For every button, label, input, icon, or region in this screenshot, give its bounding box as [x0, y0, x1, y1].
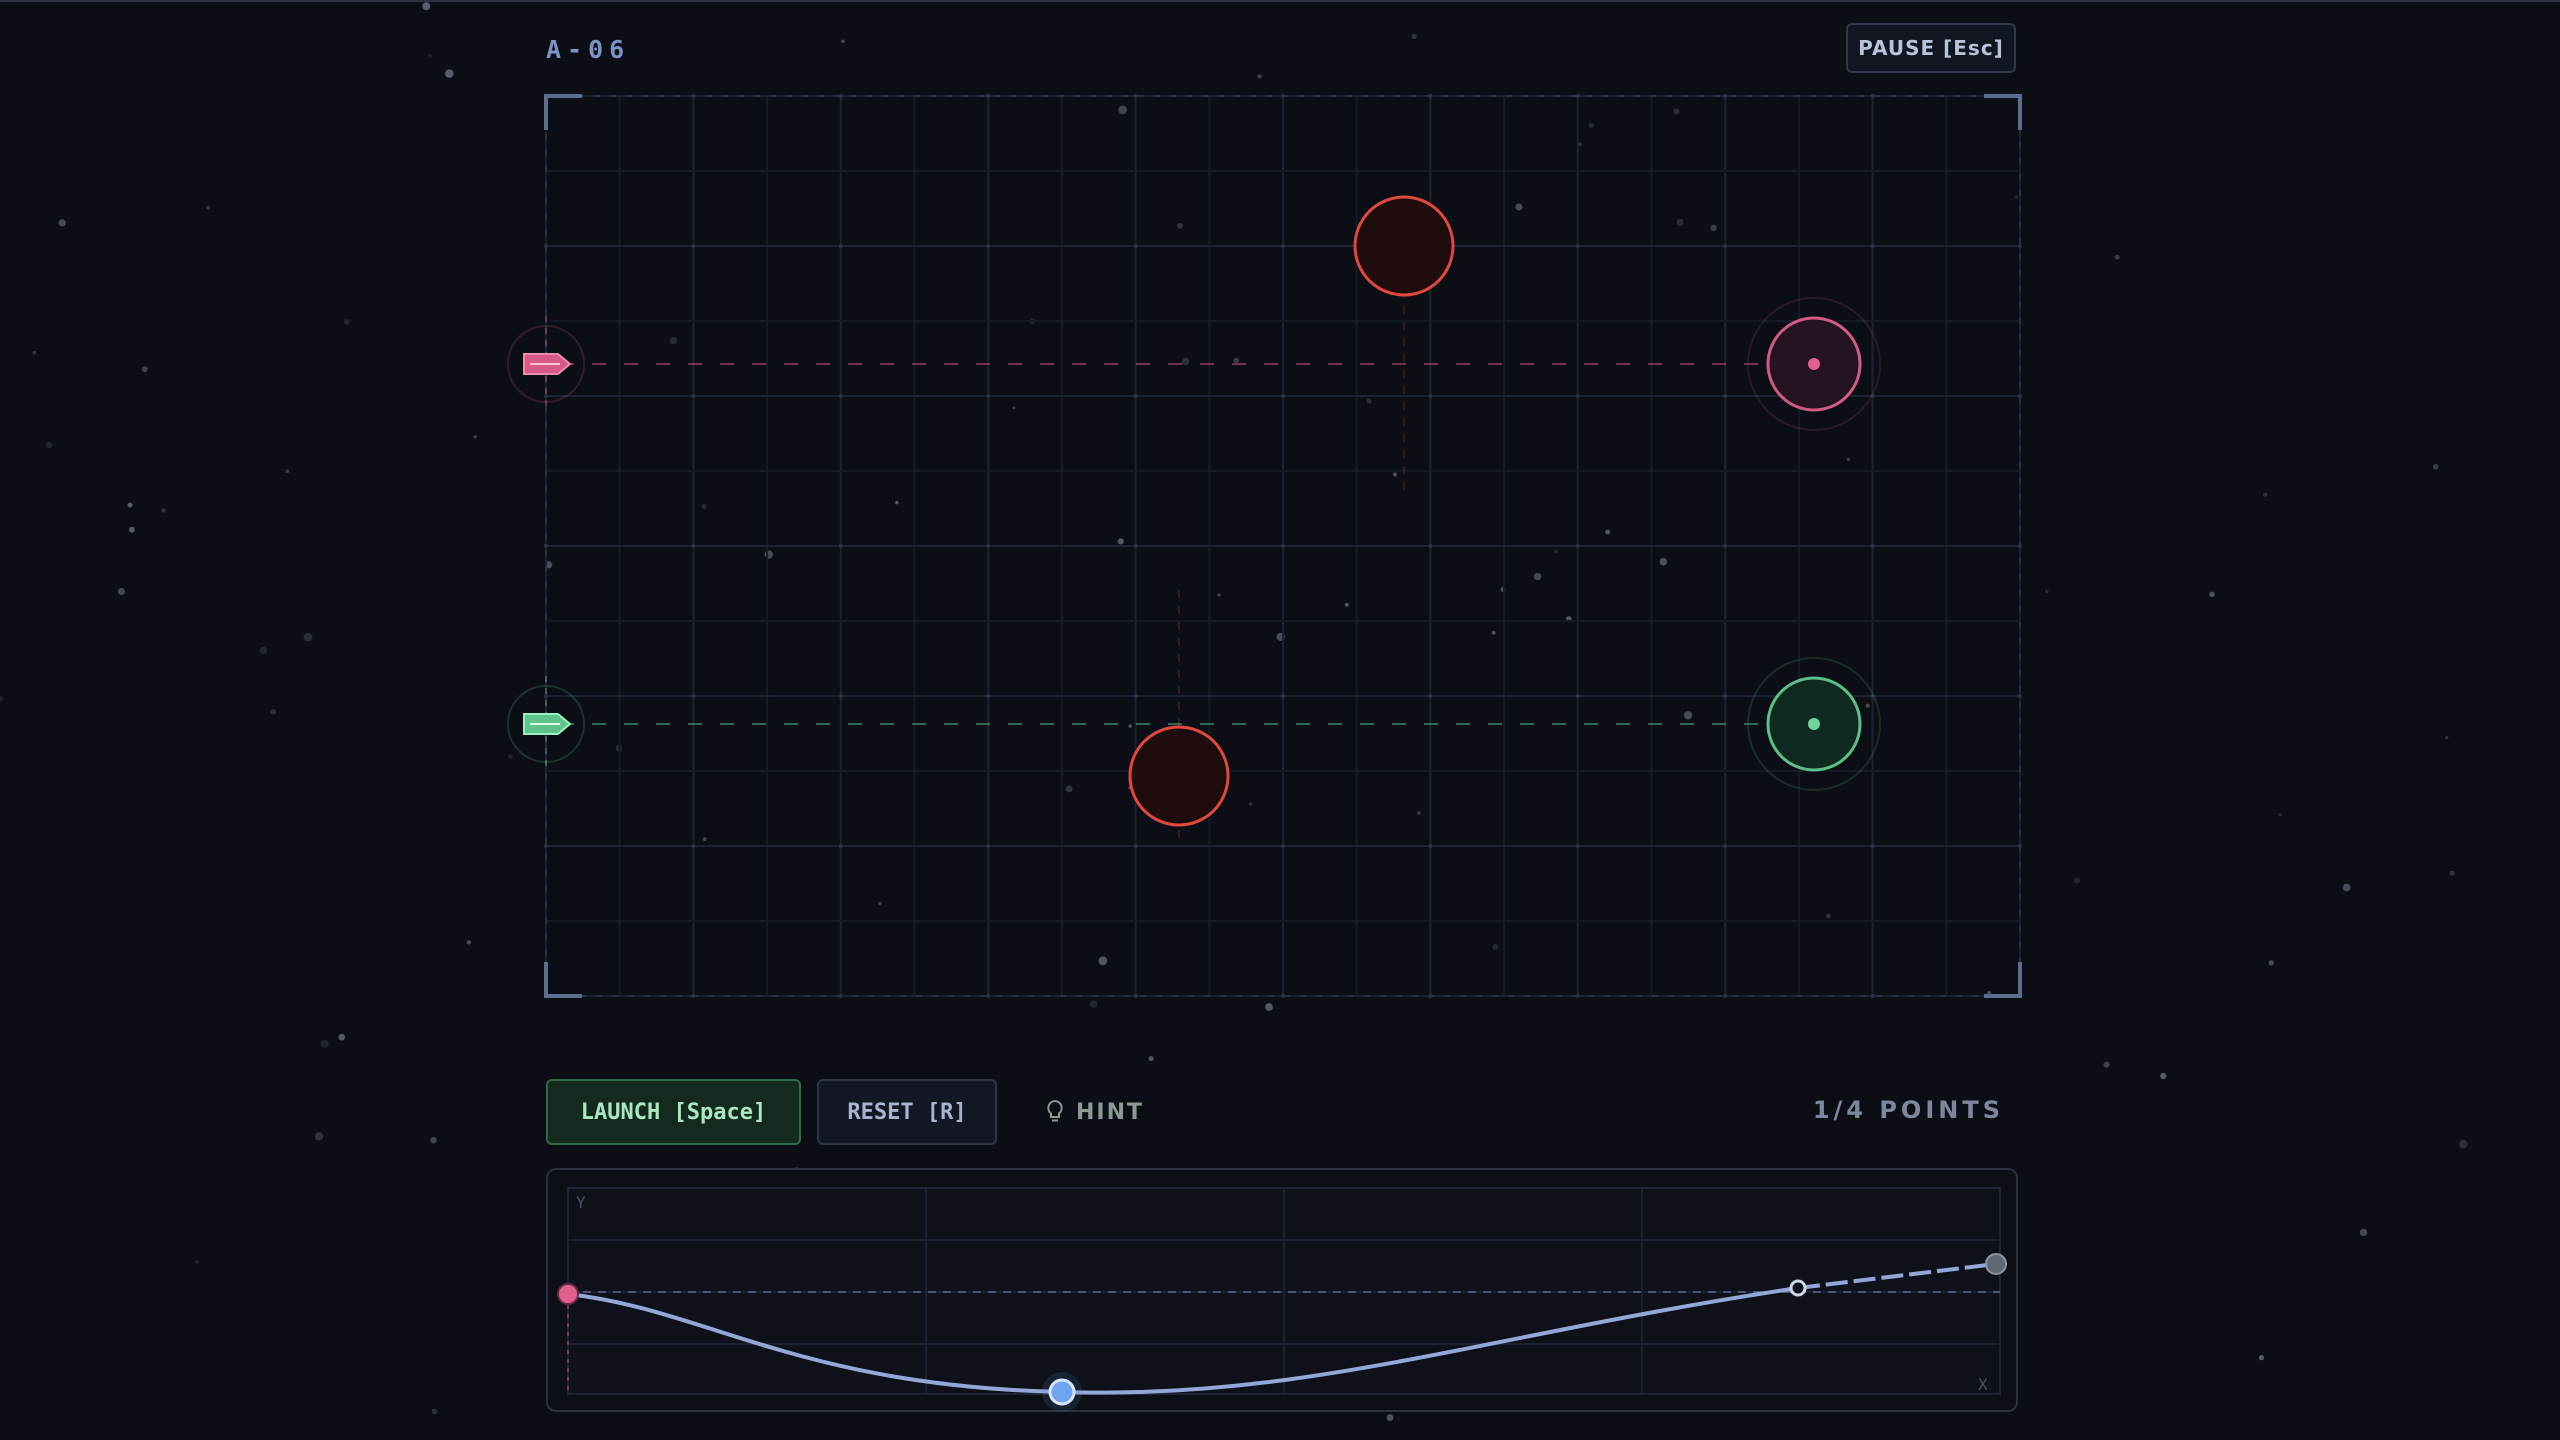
game-board [507, 94, 2022, 998]
trajectory-editor[interactable]: Y X [546, 1168, 2018, 1412]
launch-button[interactable]: LAUNCH [Space] [546, 1079, 801, 1145]
y-axis-label: Y [576, 1193, 586, 1212]
lightbulb-icon [1047, 1099, 1063, 1122]
end-point-handle[interactable] [1985, 1253, 2007, 1275]
level-label: A-06 [546, 35, 631, 64]
hazard-icon [1128, 725, 1230, 827]
hint-button[interactable]: HINT [1040, 1079, 1150, 1145]
pause-button[interactable]: PAUSE [Esc] [1846, 23, 2016, 73]
board-grid [544, 94, 2022, 998]
x-axis-label: X [1978, 1375, 1988, 1394]
target-icon [1808, 358, 1820, 370]
hazard-bottom [1128, 590, 1230, 842]
hazard-icon [1353, 195, 1455, 297]
control-point-handle[interactable] [1042, 1372, 1082, 1412]
hint-label: HINT [1075, 1099, 1145, 1125]
hazard-top [1353, 195, 1455, 492]
target-icon [1808, 718, 1820, 730]
points-counter: 1/4 POINTS [1812, 1096, 2004, 1124]
start-point [557, 1283, 579, 1305]
target-pink [1747, 297, 1881, 431]
target-green [1747, 657, 1881, 791]
reset-button[interactable]: RESET [R] [817, 1079, 997, 1145]
ship-icon [523, 713, 572, 735]
ship-icon [523, 353, 572, 375]
endpoint-hollow-handle[interactable] [1789, 1279, 1807, 1297]
